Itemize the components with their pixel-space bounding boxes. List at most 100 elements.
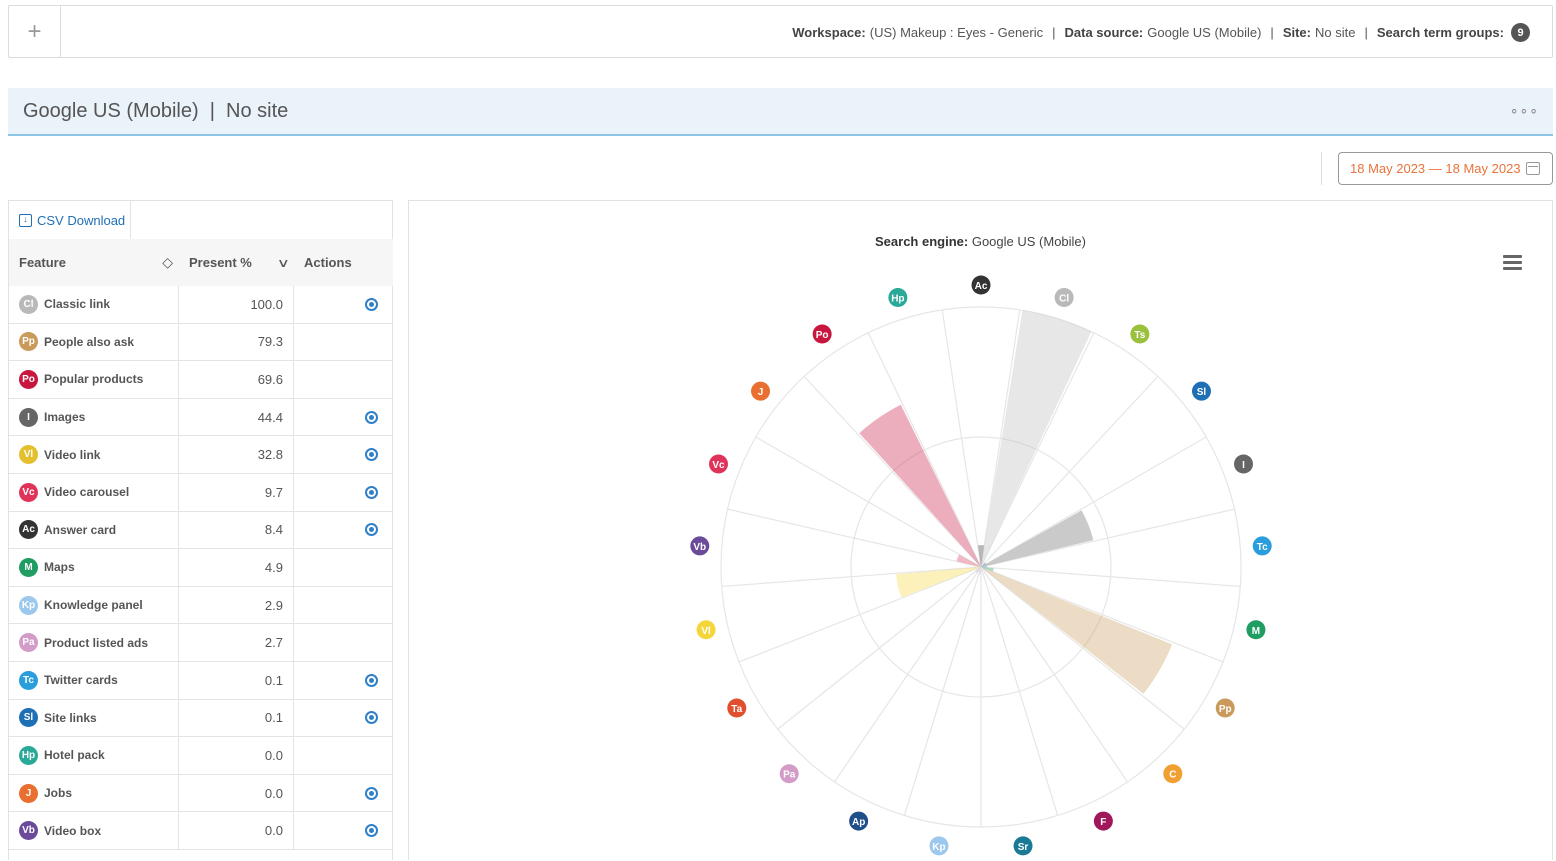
feature-cell: J Jobs xyxy=(9,774,179,812)
feature-cell: Vl Video link xyxy=(9,436,179,473)
feature-badge-icon: J xyxy=(19,783,38,803)
feature-badge-icon: Vc xyxy=(19,482,38,502)
present-cell: 0.1 xyxy=(179,699,294,737)
column-header-actions: Actions xyxy=(294,239,393,286)
feature-cell: Cl Classic link xyxy=(9,286,179,323)
search-results-icon[interactable] xyxy=(365,673,378,687)
feature-name: Hotel pack xyxy=(44,748,105,763)
search-results-icon[interactable] xyxy=(365,297,378,311)
add-button[interactable]: + xyxy=(9,6,61,57)
grid-spoke xyxy=(980,508,1235,568)
feature-badge-icon: Tc xyxy=(19,670,38,690)
search-results-icon[interactable] xyxy=(365,786,378,800)
feature-name: Twitter cards xyxy=(44,673,118,688)
category-label: Tc xyxy=(1257,542,1268,553)
present-cell: 2.9 xyxy=(179,586,294,624)
feature-name: Video box xyxy=(44,823,102,838)
table-row: Vl Video link 32.8 xyxy=(9,436,393,474)
category-label: Po xyxy=(816,330,829,341)
category-label: Hp xyxy=(891,294,904,305)
category-label: Ts xyxy=(1134,330,1145,341)
search-results-icon[interactable] xyxy=(365,711,378,725)
polar-bar-Po xyxy=(859,404,981,567)
present-cell: 8.4 xyxy=(179,511,294,549)
category-label: M xyxy=(1252,626,1260,637)
feature-badge-icon: Ac xyxy=(19,520,38,540)
category-label: Pa xyxy=(783,770,796,781)
actions-cell xyxy=(294,512,393,549)
actions-cell xyxy=(294,662,393,699)
actions-cell xyxy=(294,700,393,737)
actions-cell xyxy=(294,624,393,661)
feature-badge-icon: Kp xyxy=(19,595,38,615)
search-results-icon[interactable] xyxy=(365,485,378,499)
features-table: ↓ CSV Download Feature ◇ Present % ∨ Actio… xyxy=(8,200,393,860)
site-label: Site: xyxy=(1282,25,1311,40)
datasource-label: Data source: xyxy=(1064,25,1144,40)
sort-desc-icon[interactable]: ∨ xyxy=(277,256,290,270)
workspace-label: Workspace: xyxy=(792,25,866,40)
feature-cell: Ac Answer card xyxy=(9,511,179,549)
present-cell: 0.1 xyxy=(179,661,294,699)
feature-name: Popular products xyxy=(44,372,144,387)
feature-cell: Pp People also ask xyxy=(9,323,179,361)
feature-cell: Pa Product listed ads xyxy=(9,624,179,661)
table-row: Cl Classic link 100.0 xyxy=(9,286,393,324)
feature-cell: Tc Twitter cards xyxy=(9,661,179,699)
feature-badge-icon: Vl xyxy=(19,445,38,465)
groups-count-badge[interactable]: 9 xyxy=(1511,23,1530,42)
actions-cell xyxy=(294,775,393,812)
table-row: Kp Knowledge panel 2.9 xyxy=(9,586,393,625)
feature-badge-icon: Sl xyxy=(19,708,38,728)
search-results-icon[interactable] xyxy=(365,824,378,838)
table-row: Hp Hotel pack 0.0 xyxy=(9,737,393,775)
feature-badge-icon: Pp xyxy=(19,332,38,352)
actions-cell xyxy=(294,549,393,586)
actions-cell xyxy=(294,324,393,361)
feature-cell: Vc Video carousel xyxy=(9,473,179,511)
category-label: F xyxy=(1100,817,1106,828)
sort-icon[interactable]: ◇ xyxy=(162,254,173,271)
feature-name: Video carousel xyxy=(44,485,130,500)
actions-cell xyxy=(294,399,393,436)
table-header: Feature ◇ Present % ∨ Actions xyxy=(9,239,393,286)
feature-badge-icon: Vb xyxy=(19,821,38,841)
column-header-feature[interactable]: Feature ◇ xyxy=(9,239,179,286)
actions-cell xyxy=(294,812,393,849)
category-label: Sl xyxy=(1197,387,1207,398)
divider xyxy=(1321,152,1322,185)
search-results-icon[interactable] xyxy=(365,448,378,462)
search-results-icon[interactable] xyxy=(365,523,378,537)
actions-cell xyxy=(294,587,393,624)
more-options-icon[interactable]: ∘∘∘ xyxy=(1510,102,1539,119)
category-label: Kp xyxy=(932,842,945,853)
category-label: Cl xyxy=(1059,294,1069,305)
groups-label: Search term groups: xyxy=(1376,25,1504,40)
feature-badge-icon: Cl xyxy=(19,294,38,314)
datasource-value: Google US (Mobile) xyxy=(1147,25,1262,40)
table-row: Vc Video carousel 9.7 xyxy=(9,473,393,512)
feature-badge-icon: M xyxy=(19,557,38,577)
date-range-picker[interactable]: 18 May 2023 — 18 May 2023 xyxy=(1338,152,1553,185)
feature-name: Images xyxy=(44,410,86,425)
page-title: Google US (Mobile) | No site xyxy=(23,100,289,122)
category-label: C xyxy=(1169,770,1176,781)
search-results-icon[interactable] xyxy=(365,410,378,424)
present-cell: 9.7 xyxy=(179,473,294,511)
feature-badge-icon: I xyxy=(19,407,38,427)
chart-card: Search engine: Google US (Mobile) Ac Cl Ts… xyxy=(408,200,1553,860)
csv-download-label: CSV Download xyxy=(37,212,126,228)
feature-name: Video link xyxy=(44,447,101,462)
polar-chart: Ac Cl Ts Sl I Tc M Pp C F Sr Kp Ap Pa Ta Vl Vb Vc J Po Hp xyxy=(690,275,1272,856)
category-label: Vb xyxy=(693,542,706,553)
table-row: Pp People also ask 79.3 xyxy=(9,323,393,362)
feature-name: Product listed ads xyxy=(44,635,149,650)
column-header-present[interactable]: Present % ∨ xyxy=(179,239,294,286)
csv-download-button[interactable]: ↓ CSV Download xyxy=(9,201,131,239)
grid-spoke xyxy=(777,566,982,730)
grid-spoke xyxy=(738,566,982,663)
grid-spoke xyxy=(903,566,982,816)
present-cell: 100.0 xyxy=(179,286,294,323)
category-label: Sr xyxy=(1018,842,1029,853)
feature-cell: Sl Site links xyxy=(9,699,179,737)
